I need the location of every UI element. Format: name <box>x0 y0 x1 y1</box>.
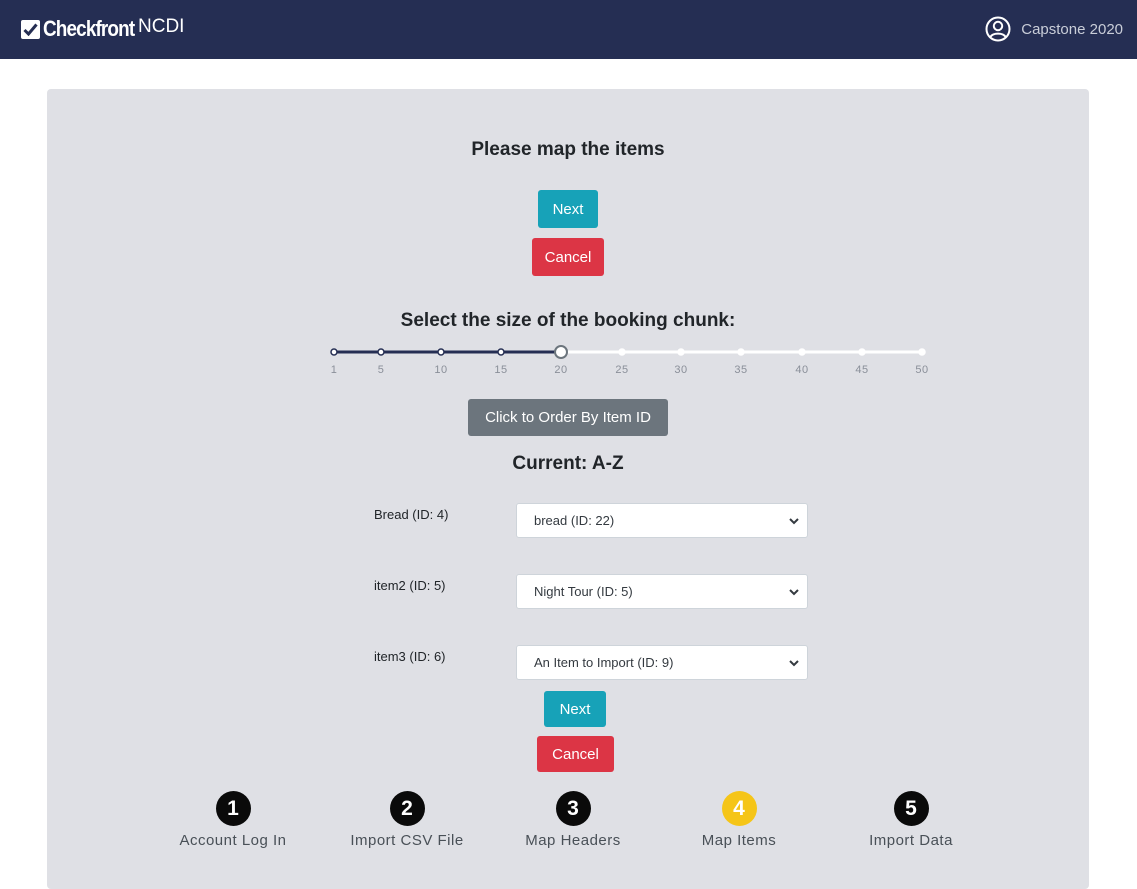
slider-tick[interactable] <box>437 348 445 356</box>
step-label: Map Items <box>701 832 777 849</box>
user-name: Capstone 2020 <box>1021 20 1123 38</box>
mapping-card: Please map the items Next Cancel Select … <box>47 89 1089 889</box>
mapping-select-value: bread (ID: 22) <box>534 513 615 528</box>
slider-tick[interactable] <box>858 348 866 356</box>
mapping-select-3[interactable]: An Item to Import (ID: 9) <box>516 645 808 680</box>
slider-tick[interactable] <box>330 348 338 356</box>
slider-tick[interactable] <box>798 348 806 356</box>
slider-tick-label: 10 <box>434 364 448 376</box>
mapping-select-value: An Item to Import (ID: 9) <box>534 655 674 670</box>
slider-tick-label: 40 <box>795 364 809 376</box>
chunk-size-slider[interactable]: 1 5 10 15 20 25 30 35 40 45 50 <box>330 344 928 384</box>
slider-tick-label: 45 <box>855 364 869 376</box>
slider-tick-label: 5 <box>377 364 385 376</box>
chunk-size-title: Select the size of the booking chunk: <box>400 310 736 331</box>
brand-logo[interactable]: Checkfront <box>21 14 149 44</box>
next-button-bottom[interactable]: Next <box>544 691 606 727</box>
page-title: Please map the items <box>471 139 665 160</box>
step-map-items[interactable]: 4 Map Items <box>659 791 819 849</box>
step-label: Map Headers <box>525 832 621 849</box>
slider-tick-label: 15 <box>494 364 508 376</box>
step-account-log-in[interactable]: 1 Account Log In <box>153 791 313 849</box>
slider-tick[interactable] <box>677 348 685 356</box>
slider-tick[interactable] <box>377 348 385 356</box>
current-order-label: Current: A-Z <box>512 453 624 474</box>
mapping-label-3: item3 (ID: 6) <box>374 649 446 664</box>
slider-tick-label: 30 <box>674 364 688 376</box>
step-number-4-icon: 4 <box>721 791 757 826</box>
slider-handle[interactable] <box>554 345 568 359</box>
slider-track[interactable] <box>330 344 926 364</box>
top-navbar: Checkfront NCDI Capstone 2020 <box>0 0 1137 59</box>
slider-tick-label: 1 <box>330 364 338 376</box>
slider-tick-label: 20 <box>554 364 568 376</box>
slider-tick-label: 25 <box>615 364 629 376</box>
mapping-label-2: item2 (ID: 5) <box>374 578 446 593</box>
slider-tick-label: 50 <box>915 364 929 376</box>
step-label: Import Data <box>869 832 953 849</box>
mapping-select-1[interactable]: bread (ID: 22) <box>516 503 808 538</box>
step-label: Import CSV File <box>350 832 464 849</box>
step-number-5-icon: 5 <box>893 791 929 826</box>
mapping-label-1: Bread (ID: 4) <box>374 507 449 522</box>
cancel-button[interactable]: Cancel <box>532 238 604 276</box>
cancel-button-bottom[interactable]: Cancel <box>537 736 614 772</box>
brand-name: Checkfront <box>43 16 135 41</box>
chevron-down-icon <box>789 518 799 525</box>
slider-tick[interactable] <box>918 348 926 356</box>
mapping-select-2[interactable]: Night Tour (ID: 5) <box>516 574 808 609</box>
step-import-data[interactable]: 5 Import Data <box>831 791 991 849</box>
check-square-icon <box>21 19 40 39</box>
step-number-2-icon: 2 <box>389 791 425 826</box>
step-number-1-icon: 1 <box>215 791 251 826</box>
chevron-down-icon <box>789 589 799 596</box>
mapping-select-value: Night Tour (ID: 5) <box>534 584 633 599</box>
slider-tick[interactable] <box>618 348 626 356</box>
step-import-csv-file[interactable]: 2 Import CSV File <box>327 791 487 849</box>
slider-tick-label: 35 <box>734 364 748 376</box>
slider-tick[interactable] <box>737 348 745 356</box>
next-button[interactable]: Next <box>538 190 598 228</box>
slider-tick[interactable] <box>497 348 505 356</box>
step-number-3-icon: 3 <box>555 791 591 826</box>
step-label: Account Log In <box>179 832 287 849</box>
step-map-headers[interactable]: 3 Map Headers <box>493 791 653 849</box>
user-menu[interactable]: Capstone 2020 <box>985 14 1123 44</box>
chevron-down-icon <box>789 660 799 667</box>
order-by-id-button[interactable]: Click to Order By Item ID <box>468 399 668 436</box>
org-name: NCDI <box>138 16 185 37</box>
user-circle-icon <box>985 16 1011 42</box>
